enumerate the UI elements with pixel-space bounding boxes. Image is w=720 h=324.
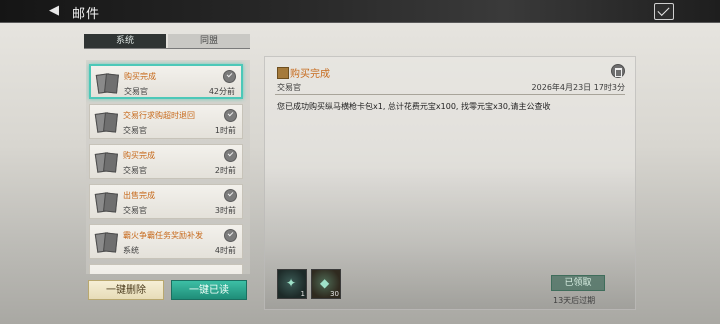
mail-item[interactable]: 交易行求购超时退回 交易官 1时前 [89, 104, 243, 139]
delete-mail-icon[interactable] [611, 64, 625, 78]
attachment-ingot[interactable]: ◆ 30 [311, 269, 341, 299]
detail-date: 2026年4月23日 17时3分 [531, 83, 625, 92]
read-all-button[interactable]: 一键已读 [171, 280, 247, 300]
claimed-badge-icon [223, 70, 236, 83]
mail-item[interactable]: 购买完成 交易官 2时前 [89, 144, 243, 179]
card-pack-icon [94, 151, 118, 173]
attachment-quantity: 1 [300, 290, 305, 298]
mail-item[interactable]: 出售完成 交易官 3时前 [89, 184, 243, 219]
mail-time: 3时前 [214, 206, 236, 215]
mail-sender: 交易官 [123, 126, 147, 135]
page-title: 邮件 [72, 7, 101, 22]
card-pack-icon [94, 231, 118, 253]
card-pack-icon: ✦ [286, 276, 297, 290]
tab-divider [84, 48, 250, 49]
detail-divider [275, 94, 625, 95]
back-arrow-icon[interactable]: ◀ [44, 3, 64, 18]
mail-sender: 交易官 [124, 87, 148, 96]
claimed-badge-icon [224, 149, 237, 162]
mail-subject: 购买完成 [124, 72, 156, 81]
mail-item[interactable]: 购买完成 交易官 42分前 [89, 64, 243, 99]
mail-item-partial[interactable] [89, 264, 243, 274]
tab-system[interactable]: 系统 [84, 34, 166, 48]
claimed-badge-icon [224, 109, 237, 122]
mail-subject: 交易行求购超时退回 [123, 111, 195, 120]
mail-time: 42分前 [208, 87, 235, 96]
ingot-icon: ◆ [320, 276, 330, 290]
claimed-badge-icon [224, 229, 237, 242]
mail-claim-icon[interactable] [654, 3, 674, 20]
mail-list[interactable]: 购买完成 交易官 42分前 交易行求购超时退回 交易官 1时前 购买完成 交易官… [86, 60, 250, 274]
mail-sender: 交易官 [123, 206, 147, 215]
attachment-quantity: 30 [330, 290, 339, 298]
mail-time: 2时前 [214, 166, 236, 175]
mail-subject: 霸火争霸任务奖励补发 [123, 231, 203, 240]
claimed-status-button: 已领取 [551, 275, 605, 291]
detail-subject: 购买完成 [290, 69, 330, 80]
mail-time: 1时前 [214, 126, 236, 135]
card-pack-icon [94, 111, 118, 133]
top-bar: ◀ 邮件 [0, 0, 720, 23]
delete-all-button[interactable]: 一键删除 [88, 280, 164, 300]
detail-sender: 交易官 [277, 83, 301, 92]
card-pack-icon [94, 191, 118, 213]
mail-subject: 购买完成 [123, 151, 155, 160]
detail-body: 您已成功购买纵马横枪卡包x1, 总计花费元宝x100, 找零元宝x30,请主公查… [277, 102, 551, 111]
card-pack-icon [95, 72, 119, 94]
mail-time: 4时前 [214, 246, 236, 255]
mail-subject: 出售完成 [123, 191, 155, 200]
mail-sender: 系统 [123, 246, 139, 255]
tab-alliance[interactable]: 同盟 [168, 34, 250, 48]
claimed-badge-icon [224, 189, 237, 202]
mail-item[interactable]: 霸火争霸任务奖励补发 系统 4时前 [89, 224, 243, 259]
attachment-card-pack[interactable]: ✦ 1 [277, 269, 307, 299]
mail-sender: 交易官 [123, 166, 147, 175]
mail-subject-icon [277, 67, 289, 79]
mail-detail-panel: 购买完成 交易官 2026年4月23日 17时3分 您已成功购买纵马横枪卡包x1… [264, 56, 636, 310]
expire-text: 13天后过期 [553, 296, 596, 305]
